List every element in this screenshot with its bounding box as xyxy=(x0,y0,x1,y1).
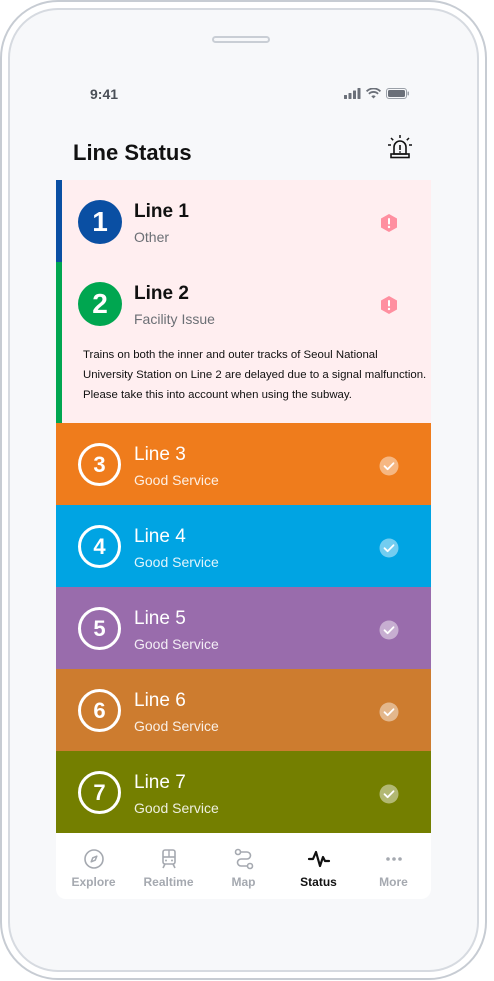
alert-hexagon-icon xyxy=(381,296,397,314)
line-number-badge: 3 xyxy=(78,443,121,486)
bottom-tab-bar: Explore Realtime Map Status More xyxy=(56,833,431,899)
line-name: Line 5 xyxy=(134,608,186,629)
train-icon xyxy=(161,849,176,869)
line-status-text: Good Service xyxy=(134,472,219,488)
line-number-badge: 6 xyxy=(78,689,121,732)
tab-label: Realtime xyxy=(143,875,194,889)
line-number-badge: 1 xyxy=(78,200,122,244)
pulse-icon xyxy=(307,850,330,868)
header: Line Status xyxy=(73,134,413,174)
more-dots-icon xyxy=(385,857,402,861)
tab-realtime[interactable]: Realtime xyxy=(131,833,206,899)
phone-frame: 9:41 Line Status 1 Line 1 Other 2 Line 2… xyxy=(0,0,490,981)
line-number-badge: 2 xyxy=(78,282,122,326)
status-icons xyxy=(344,88,410,99)
line-status-text: Other xyxy=(134,229,170,245)
check-circle-icon xyxy=(379,620,399,640)
check-circle-icon xyxy=(379,784,399,804)
page-title: Line Status xyxy=(73,140,192,165)
tab-label: Explore xyxy=(71,875,116,889)
line-status-text: Good Service xyxy=(134,554,219,570)
line-item-5[interactable]: 5 Line 5 Good Service xyxy=(56,587,431,669)
line-accent-bar xyxy=(56,180,62,262)
line-status-text: Good Service xyxy=(134,718,219,734)
battery-icon xyxy=(386,88,409,99)
route-icon xyxy=(234,848,253,870)
alert-hexagon-icon xyxy=(381,214,397,232)
line-number-badge: 7 xyxy=(78,771,121,814)
tab-more[interactable]: More xyxy=(356,833,431,899)
line-item-4[interactable]: 4 Line 4 Good Service xyxy=(56,505,431,587)
line-status-list: 1 Line 1 Other 2 Line 2 Facility Issue Trains … xyxy=(56,180,431,833)
check-circle-icon xyxy=(379,538,399,558)
check-circle-icon xyxy=(379,702,399,722)
signal-icon xyxy=(344,88,361,99)
tab-label: Map xyxy=(231,875,256,889)
tab-map[interactable]: Map xyxy=(206,833,281,899)
siren-button[interactable] xyxy=(387,134,413,160)
line-item-7[interactable]: 7 Line 7 Good Service xyxy=(56,751,431,833)
line-name: Line 7 xyxy=(134,772,186,793)
line-item-3[interactable]: 3 Line 3 Good Service xyxy=(56,423,431,505)
tab-explore[interactable]: Explore xyxy=(56,833,131,899)
line-item-6[interactable]: 6 Line 6 Good Service xyxy=(56,669,431,751)
speaker-grille xyxy=(212,36,270,43)
tab-label: More xyxy=(379,875,408,889)
line-item-1[interactable]: 1 Line 1 Other xyxy=(56,180,431,262)
line-name: Line 4 xyxy=(134,526,186,547)
wifi-icon xyxy=(366,88,381,99)
status-bar: 9:41 xyxy=(90,86,410,104)
line-name: Line 1 xyxy=(134,201,189,222)
siren-icon xyxy=(388,135,412,159)
line-status-text: Good Service xyxy=(134,636,219,652)
tab-status[interactable]: Status xyxy=(281,833,356,899)
tab-label: Status xyxy=(300,875,337,889)
line-status-text: Good Service xyxy=(134,800,219,816)
line-status-text: Facility Issue xyxy=(134,311,215,327)
line-name: Line 2 xyxy=(134,283,189,304)
line-name: Line 3 xyxy=(134,444,186,465)
line-number-badge: 5 xyxy=(78,607,121,650)
line-accent-bar xyxy=(56,262,62,423)
status-time: 9:41 xyxy=(90,86,119,102)
alert-message: Trains on both the inner and outer track… xyxy=(83,349,427,401)
line-name: Line 6 xyxy=(134,690,186,711)
check-circle-icon xyxy=(379,456,399,476)
line-number-badge: 4 xyxy=(78,525,121,568)
line-item-2[interactable]: 2 Line 2 Facility Issue Trains on both the … xyxy=(56,262,431,423)
compass-icon xyxy=(83,849,104,869)
